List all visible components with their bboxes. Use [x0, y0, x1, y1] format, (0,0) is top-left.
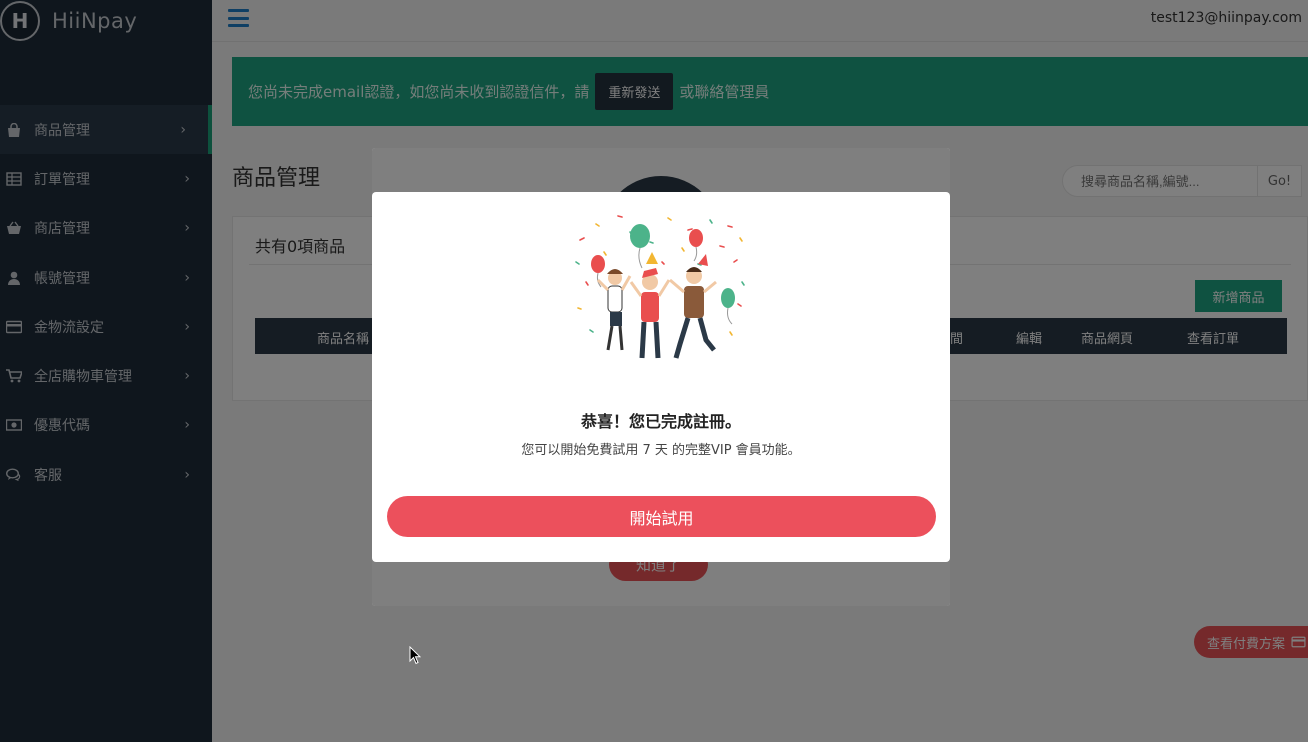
mouse-cursor-icon	[409, 646, 421, 665]
modal-subtitle: 您可以開始免費試用 7 天 的完整VIP 會員功能。	[521, 443, 801, 458]
celebration-illustration	[575, 215, 745, 359]
registration-success-modal: 恭喜！您已完成註冊。 您可以開始免費試用 7 天 的完整VIP 會員功能。 開始…	[372, 192, 950, 562]
start-trial-button[interactable]: 開始試用	[387, 496, 936, 537]
modal-title: 恭喜！您已完成註冊。	[580, 412, 741, 431]
